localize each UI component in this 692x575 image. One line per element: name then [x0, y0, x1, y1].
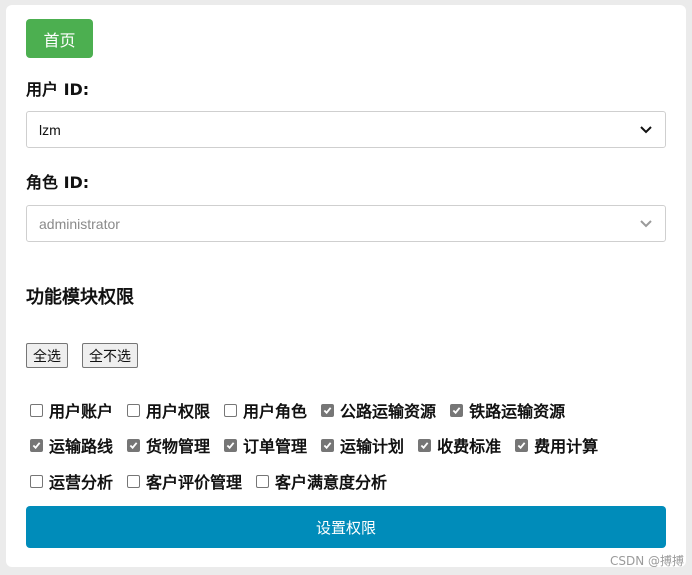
- permission-checkbox[interactable]: [30, 403, 43, 417]
- permission-item[interactable]: 运输计划: [321, 433, 404, 457]
- permission-checkbox[interactable]: [224, 438, 238, 452]
- permission-checkbox[interactable]: [321, 438, 335, 452]
- permission-label: 客户评价管理: [146, 473, 243, 492]
- permission-checkbox[interactable]: [450, 403, 464, 417]
- permission-label: 运输计划: [340, 437, 405, 456]
- user-id-select[interactable]: lzm: [26, 111, 666, 148]
- permission-row-2: 运输路线 货物管理 订单管理 运输计划 收费标准 费用计算: [30, 433, 670, 457]
- permission-item[interactable]: 运输路线: [30, 433, 113, 457]
- set-permissions-button[interactable]: 设置权限: [26, 506, 666, 548]
- permission-checkbox[interactable]: [127, 403, 141, 417]
- permission-item[interactable]: 费用计算: [515, 433, 598, 457]
- permission-checkbox[interactable]: [256, 474, 270, 488]
- permission-label: 客户满意度分析: [275, 473, 388, 492]
- permission-checkbox[interactable]: [224, 403, 238, 417]
- permission-item[interactable]: 客户满意度分析: [256, 469, 387, 493]
- permission-item[interactable]: 公路运输资源: [321, 398, 436, 422]
- role-id-select[interactable]: administrator: [26, 205, 666, 242]
- chevron-down-icon: [639, 217, 653, 231]
- chevron-down-icon: [639, 123, 653, 137]
- permission-label: 货物管理: [146, 437, 211, 456]
- permission-row-3: 运营分析 客户评价管理 客户满意度分析: [30, 469, 670, 493]
- user-id-label: 用户 ID:: [26, 80, 90, 99]
- permission-checkbox[interactable]: [30, 438, 43, 452]
- permission-label: 公路运输资源: [340, 402, 437, 421]
- permission-item[interactable]: 运营分析: [30, 469, 113, 493]
- permission-label: 用户权限: [146, 402, 211, 421]
- permission-item[interactable]: 订单管理: [224, 433, 307, 457]
- permissions-title: 功能模块权限: [26, 287, 134, 308]
- permission-label: 运输路线: [49, 437, 114, 456]
- role-id-label: 角色 ID:: [26, 173, 90, 192]
- permission-item[interactable]: 用户账户: [30, 398, 113, 422]
- permission-label: 用户角色: [243, 402, 308, 421]
- permission-label: 收费标准: [437, 437, 502, 456]
- permission-item[interactable]: 客户评价管理: [127, 469, 242, 493]
- select-all-button[interactable]: 全选: [26, 343, 68, 368]
- permission-item[interactable]: 铁路运输资源: [450, 398, 565, 422]
- permission-checkbox[interactable]: [321, 403, 335, 417]
- permission-checkbox[interactable]: [418, 438, 432, 452]
- permission-checkbox[interactable]: [127, 474, 141, 488]
- permission-checkbox[interactable]: [127, 438, 141, 452]
- watermark: CSDN @搏搏: [609, 554, 684, 568]
- home-button[interactable]: 首页: [26, 19, 93, 58]
- permission-label: 铁路运输资源: [469, 402, 566, 421]
- permission-label: 订单管理: [243, 437, 308, 456]
- permission-checkbox[interactable]: [30, 474, 43, 488]
- permission-item[interactable]: 用户角色: [224, 398, 307, 422]
- permission-item[interactable]: 货物管理: [127, 433, 210, 457]
- permission-checkbox[interactable]: [515, 438, 529, 452]
- user-id-value: lzm: [39, 121, 61, 138]
- role-id-value: administrator: [39, 215, 120, 232]
- permission-item[interactable]: 收费标准: [418, 433, 501, 457]
- permission-label: 用户账户: [49, 402, 114, 421]
- permission-form-card: 首页 用户 ID: lzm 角色 ID: administrator 功能模块权…: [6, 5, 686, 567]
- permission-row-1: 用户账户 用户权限 用户角色 公路运输资源 铁路运输资源: [30, 398, 670, 422]
- permission-label: 费用计算: [534, 437, 599, 456]
- select-none-button[interactable]: 全不选: [82, 343, 138, 368]
- permission-label: 运营分析: [49, 473, 114, 492]
- permission-item[interactable]: 用户权限: [127, 398, 210, 422]
